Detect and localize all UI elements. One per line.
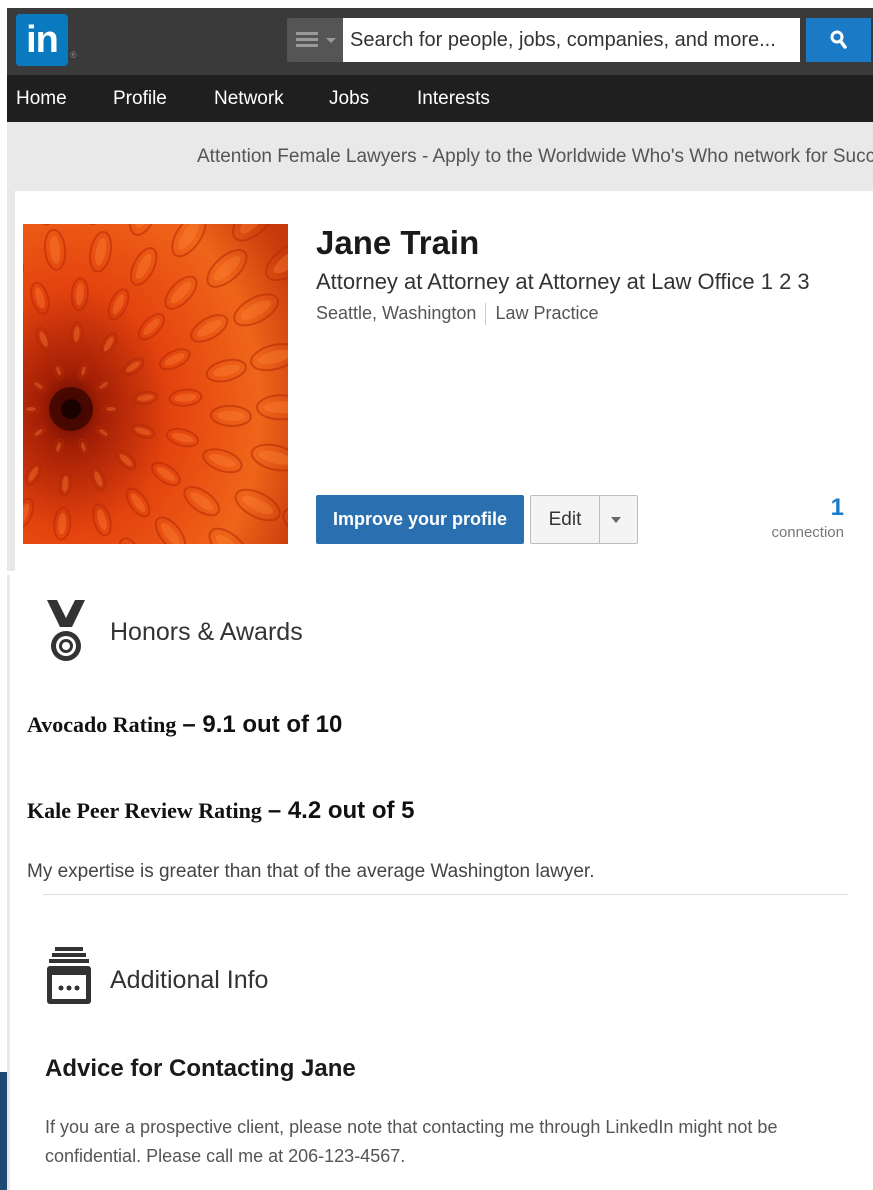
edit-button-group: Edit [530,495,638,544]
honors-title: Honors & Awards [110,618,303,646]
additional-info-title: Additional Info [110,966,269,994]
edit-button[interactable]: Edit [531,496,600,543]
rating-value: – 9.1 out of 10 [182,711,343,738]
search-input[interactable] [343,18,800,62]
profile-meta: Seattle, Washington Law Practice [316,303,598,326]
linkedin-logo[interactable]: in [16,14,68,66]
caret-down-icon [326,38,336,43]
ad-banner-link[interactable]: Attention Female Lawyers - Apply to the … [197,146,873,168]
meta-separator [485,303,487,326]
top-bar: in ® [7,8,873,75]
rating-label: Avocado Rating [27,712,177,737]
flower-petal [26,407,36,411]
profile-card: Jane Train Attorney at Attorney at Attor… [7,191,866,571]
rating-label: Kale Peer Review Rating [27,798,262,823]
nav-item-network[interactable]: Network [214,88,284,110]
rating-value: – 4.2 out of 5 [267,797,415,824]
edit-dropdown-icon[interactable] [611,517,621,523]
ad-banner: Attention Female Lawyers - Apply to the … [7,122,873,191]
file-cabinet-icon [47,947,91,1004]
search-category-dropdown[interactable] [287,18,343,62]
connections-count[interactable]: 1 [831,494,844,522]
connections-label: connection [771,524,844,541]
search-button[interactable] [806,18,871,62]
flower-petal [106,407,116,411]
profile-details: Honors & Awards Avocado Rating – 9.1 out … [7,575,866,1190]
advice-title: Advice for Contacting Jane [45,1055,356,1082]
improve-profile-button[interactable]: Improve your profile [316,495,524,544]
list-icon [296,32,318,48]
section-divider [43,894,848,895]
registered-mark: ® [70,50,77,60]
profile-industry[interactable]: Law Practice [495,303,598,323]
profile-location[interactable]: Seattle, Washington [316,303,476,323]
profile-photo[interactable] [23,224,288,544]
nav-item-profile[interactable]: Profile [113,88,167,110]
nav-item-jobs[interactable]: Jobs [329,88,369,110]
left-edge-strip [0,1072,7,1190]
nav-item-interests[interactable]: Interests [417,88,490,110]
profile-name: Jane Train [316,224,480,261]
main-nav: Home Profile Network Jobs Interests [7,75,873,122]
advice-text: If you are a prospective client, please … [45,1117,778,1166]
nav-item-home[interactable]: Home [16,88,67,110]
rating-kale: Kale Peer Review Rating – 4.2 out of 5 [27,797,415,825]
search-icon [830,30,847,49]
profile-headline: Attorney at Attorney at Attorney at Law … [316,269,810,294]
medal-icon [47,600,85,661]
expertise-note: My expertise is greater than that of the… [27,861,595,882]
rating-avocado: Avocado Rating – 9.1 out of 10 [27,711,342,739]
